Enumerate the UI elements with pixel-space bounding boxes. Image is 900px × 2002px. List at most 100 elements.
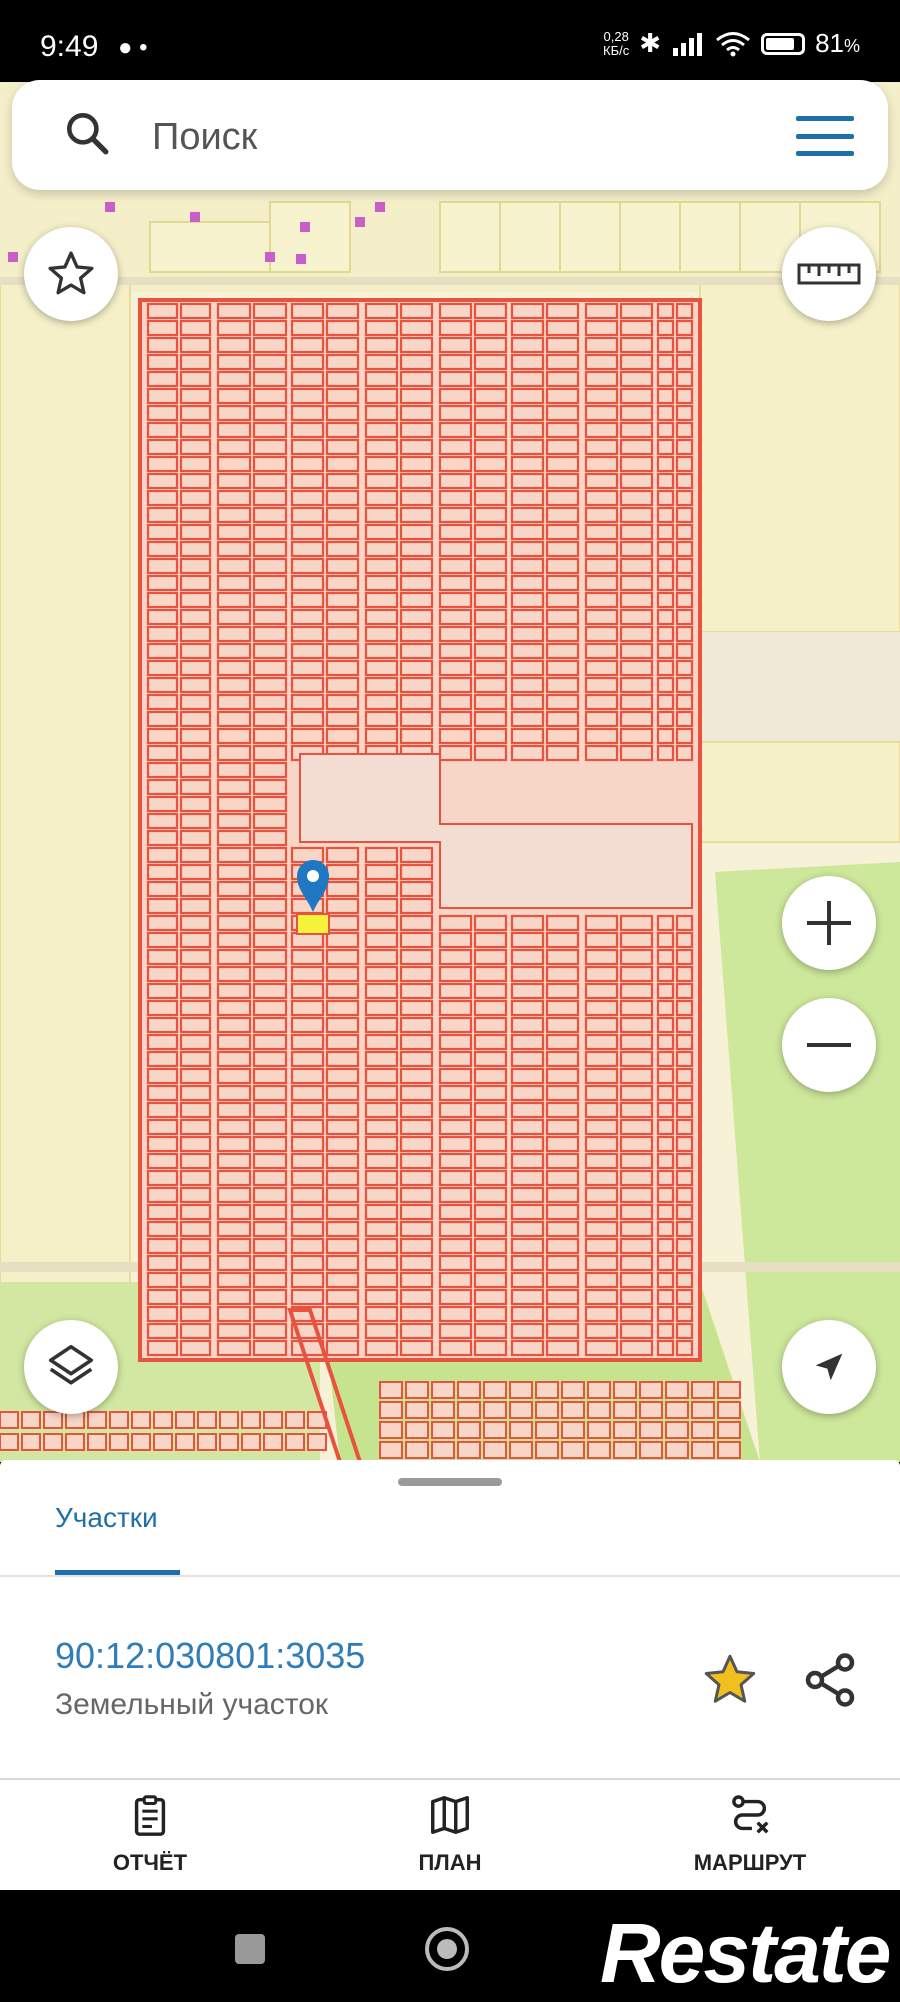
land-plot[interactable] <box>216 1203 252 1221</box>
land-plot[interactable] <box>179 982 212 1000</box>
land-plot[interactable] <box>545 506 580 524</box>
land-plot[interactable] <box>325 1186 360 1204</box>
land-plot[interactable] <box>473 540 508 558</box>
land-plot[interactable] <box>584 1169 619 1187</box>
land-plot[interactable] <box>473 370 508 388</box>
land-plot[interactable] <box>290 319 325 337</box>
land-plot[interactable] <box>438 1220 473 1238</box>
land-plot[interactable] <box>290 608 325 626</box>
land-plot[interactable] <box>619 1152 654 1170</box>
land-plot[interactable] <box>399 506 434 524</box>
land-plot[interactable] <box>675 608 694 626</box>
land-plot[interactable] <box>545 1237 580 1255</box>
land-plot[interactable] <box>619 744 654 762</box>
land-plot[interactable] <box>473 1322 508 1340</box>
land-plot[interactable] <box>290 523 325 541</box>
land-plot[interactable] <box>364 421 399 439</box>
land-plot[interactable] <box>675 659 694 677</box>
land-plot[interactable] <box>379 1381 403 1399</box>
land-plot[interactable] <box>290 489 325 507</box>
land-plot[interactable] <box>675 693 694 711</box>
land-plot[interactable] <box>619 1339 654 1357</box>
land-plot[interactable] <box>364 710 399 728</box>
land-plot[interactable] <box>364 1288 399 1306</box>
land-plot[interactable] <box>21 1433 41 1451</box>
land-plot[interactable] <box>364 438 399 456</box>
land-plot[interactable] <box>584 421 619 439</box>
land-plot[interactable] <box>153 1433 173 1451</box>
land-plot[interactable] <box>473 931 508 949</box>
land-plot[interactable] <box>656 1254 675 1272</box>
land-plot[interactable] <box>252 1169 288 1187</box>
land-plot[interactable] <box>179 659 212 677</box>
land-plot[interactable] <box>510 1288 545 1306</box>
land-plot[interactable] <box>619 1254 654 1272</box>
land-plot[interactable] <box>216 353 252 371</box>
land-plot[interactable] <box>216 336 252 354</box>
land-plot[interactable] <box>290 1237 325 1255</box>
land-plot[interactable] <box>675 914 694 932</box>
land-plot[interactable] <box>364 1186 399 1204</box>
land-plot[interactable] <box>399 591 434 609</box>
land-plot[interactable] <box>146 1067 179 1085</box>
land-plot[interactable] <box>510 965 545 983</box>
land-plot[interactable] <box>325 438 360 456</box>
land-plot[interactable] <box>179 1203 212 1221</box>
land-plot[interactable] <box>364 1135 399 1153</box>
land-plot[interactable] <box>584 1118 619 1136</box>
land-plot[interactable] <box>675 370 694 388</box>
land-plot[interactable] <box>179 1016 212 1034</box>
land-plot[interactable] <box>252 676 288 694</box>
land-plot[interactable] <box>545 676 580 694</box>
land-plot[interactable] <box>325 404 360 422</box>
land-plot[interactable] <box>252 455 288 473</box>
land-plot[interactable] <box>561 1401 585 1419</box>
land-plot[interactable] <box>584 659 619 677</box>
land-plot[interactable] <box>619 438 654 456</box>
land-plot[interactable] <box>146 1305 179 1323</box>
land-plot[interactable] <box>290 472 325 490</box>
land-plot[interactable] <box>675 999 694 1017</box>
land-plot[interactable] <box>656 710 675 728</box>
land-plot[interactable] <box>510 1067 545 1085</box>
land-plot[interactable] <box>179 1101 212 1119</box>
land-plot[interactable] <box>656 625 675 643</box>
land-plot[interactable] <box>656 1033 675 1051</box>
land-plot[interactable] <box>179 1186 212 1204</box>
land-plot[interactable] <box>179 1084 212 1102</box>
land-plot[interactable] <box>0 1411 19 1429</box>
land-plot[interactable] <box>252 1237 288 1255</box>
land-plot[interactable] <box>146 608 179 626</box>
land-plot[interactable] <box>619 591 654 609</box>
land-plot[interactable] <box>587 1381 611 1399</box>
land-plot[interactable] <box>364 846 399 864</box>
land-plot[interactable] <box>325 472 360 490</box>
land-plot[interactable] <box>431 1381 455 1399</box>
land-plot[interactable] <box>399 1237 434 1255</box>
land-plot[interactable] <box>510 1050 545 1068</box>
land-plot[interactable] <box>179 557 212 575</box>
land-plot[interactable] <box>438 999 473 1017</box>
land-plot[interactable] <box>197 1433 217 1451</box>
land-plot[interactable] <box>290 455 325 473</box>
land-plot[interactable] <box>146 880 179 898</box>
land-plot[interactable] <box>399 1186 434 1204</box>
land-plot[interactable] <box>473 302 508 320</box>
land-plot[interactable] <box>473 744 508 762</box>
land-plot[interactable] <box>438 387 473 405</box>
land-plot[interactable] <box>290 1220 325 1238</box>
land-plot[interactable] <box>325 846 360 864</box>
land-plot[interactable] <box>619 1237 654 1255</box>
land-plot[interactable] <box>545 574 580 592</box>
land-plot[interactable] <box>399 455 434 473</box>
land-plot[interactable] <box>675 1067 694 1085</box>
land-plot[interactable] <box>252 625 288 643</box>
land-plot[interactable] <box>399 489 434 507</box>
land-plot[interactable] <box>325 1152 360 1170</box>
land-plot[interactable] <box>216 931 252 949</box>
land-plot[interactable] <box>146 693 179 711</box>
land-plot[interactable] <box>510 608 545 626</box>
land-plot[interactable] <box>665 1401 689 1419</box>
land-plot[interactable] <box>179 965 212 983</box>
land-plot[interactable] <box>252 540 288 558</box>
